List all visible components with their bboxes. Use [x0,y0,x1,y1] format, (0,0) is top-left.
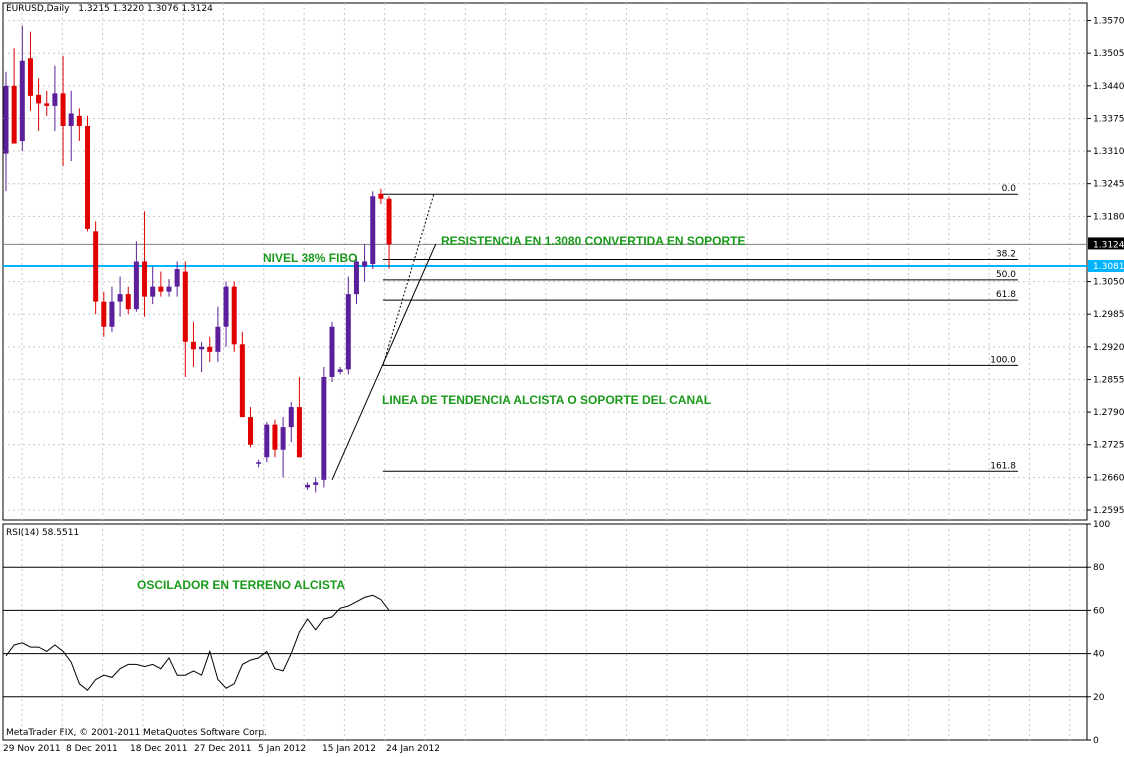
date-tick-label: 24 Jan 2012 [386,744,440,754]
candle-body [321,376,327,480]
candle-body [27,58,33,96]
price-tick-label: 1.2595 [1093,506,1124,516]
copyright-text: MetaTrader FIX, © 2001-2011 MetaQuotes S… [6,728,267,738]
candle-body [166,286,172,292]
support-price-label: 1.3081 [1093,262,1124,272]
candle-body [44,103,50,106]
candle-body [142,261,148,297]
candle-body [174,269,180,287]
date-tick-label: 18 Dec 2011 [130,744,188,754]
date-tick-label: 15 Jan 2012 [322,744,376,754]
candle-body [370,196,376,265]
price-tick-label: 1.3570 [1093,17,1124,27]
symbol-header: EURUSD,Daily 1.3215 1.3220 1.3076 1.3124 [6,4,213,14]
price-tick-label: 1.3180 [1093,212,1124,222]
candle-body [125,294,131,310]
candle-body [353,261,359,295]
candle-body [182,271,188,342]
ohlc-readout: 1.3215 1.3220 1.3076 1.3124 [78,4,213,14]
current-price-label: 1.3124 [1093,240,1124,250]
price-tick-label: 1.2920 [1093,343,1124,353]
candle-body [329,326,335,377]
price-tick-label: 1.2660 [1093,473,1124,483]
fib-level-label: 50.0 [996,270,1016,280]
rsi-tick-label: 60 [1093,606,1105,616]
rsi-grid [2,523,1088,741]
price-panel-frame [2,2,1088,521]
candle-body [256,462,262,464]
price-tick-label: 1.2855 [1093,375,1124,385]
rsi-tick-label: 0 [1093,736,1099,746]
price-tick-label: 1.3310 [1093,147,1124,157]
candle-body [362,261,368,267]
chart-window[interactable]: 0.0 38.2 50.0 61.8 100.0 161.8 1.3570 1.3505 1.… [0,0,1124,757]
candle-body [305,484,311,488]
annotation-trendline: LINEA DE TENDENCIA ALCISTA O SOPORTE DEL… [382,393,711,407]
candle-body [60,93,66,126]
candle-body [109,301,115,327]
rsi-tick-label: 80 [1093,563,1105,573]
fib-level-label: 61.8 [996,290,1016,300]
candle-body [313,482,319,485]
fib-level-label: 100.0 [990,355,1016,365]
symbol-label: EURUSD,Daily [6,4,70,14]
candle-body [215,326,221,352]
candle-body [207,346,213,352]
candle-body [248,417,253,445]
candle-body [150,286,156,297]
price-tick-label: 1.3375 [1093,114,1124,124]
candle-body [337,369,343,372]
candle-body [11,85,17,144]
annotation-oscillator: OSCILADOR EN TERRENO ALCISTA [137,578,345,592]
price-tick-label: 1.3440 [1093,82,1124,92]
fib-level-label: 161.8 [990,461,1016,471]
annotation-resistance-support: RESISTENCIA EN 1.3080 CONVERTIDA EN SOPO… [441,234,746,248]
candle-body [288,407,294,428]
price-tick-label: 1.3505 [1093,49,1124,59]
candle-body [52,93,58,106]
rsi-tick-label: 20 [1093,693,1105,703]
fib-level-label: 38.2 [996,249,1016,259]
rsi-tick-label: 40 [1093,650,1105,660]
date-tick-label: 5 Jan 2012 [258,744,306,754]
candle-body [76,115,82,126]
candle-body [93,231,99,302]
rsi-panel-frame [2,523,1088,741]
price-tick-label: 1.3245 [1093,180,1124,190]
candle-body [378,193,384,199]
date-tick-label: 8 Dec 2011 [66,744,118,754]
candle-body [386,198,392,245]
date-tick-label: 27 Dec 2011 [194,744,252,754]
candle-body [101,301,107,327]
annotation-fibo-38: NIVEL 38% FIBO [263,251,357,265]
price-grid [2,2,1088,521]
candle-body [280,427,286,450]
candle-body [3,85,9,154]
candle-body [19,60,25,142]
candle-body [36,94,42,104]
candle-body [296,407,302,458]
price-tick-label: 1.2725 [1093,441,1124,451]
candle-body [199,346,205,350]
candle-body [190,341,196,350]
candle-body [133,261,139,310]
rsi-tick-label: 100 [1093,520,1110,530]
candle-body [272,424,278,450]
candle-body [85,125,90,229]
candle-body [158,286,164,292]
price-tick-label: 1.2985 [1093,310,1124,320]
price-tick-label: 1.3050 [1093,278,1124,288]
candle-body [117,294,123,302]
price-tick-label: 1.2790 [1093,408,1124,418]
fib-level-label: 0.0 [1002,184,1017,194]
candle-body [223,286,229,327]
candle-body [231,286,237,345]
rsi-header: RSI(14) 58.5511 [6,528,80,538]
candle-body [264,424,270,458]
candle-body [68,113,74,126]
date-tick-label: 29 Nov 2011 [3,744,61,754]
candle-body [239,344,245,418]
candle-body [345,294,351,370]
